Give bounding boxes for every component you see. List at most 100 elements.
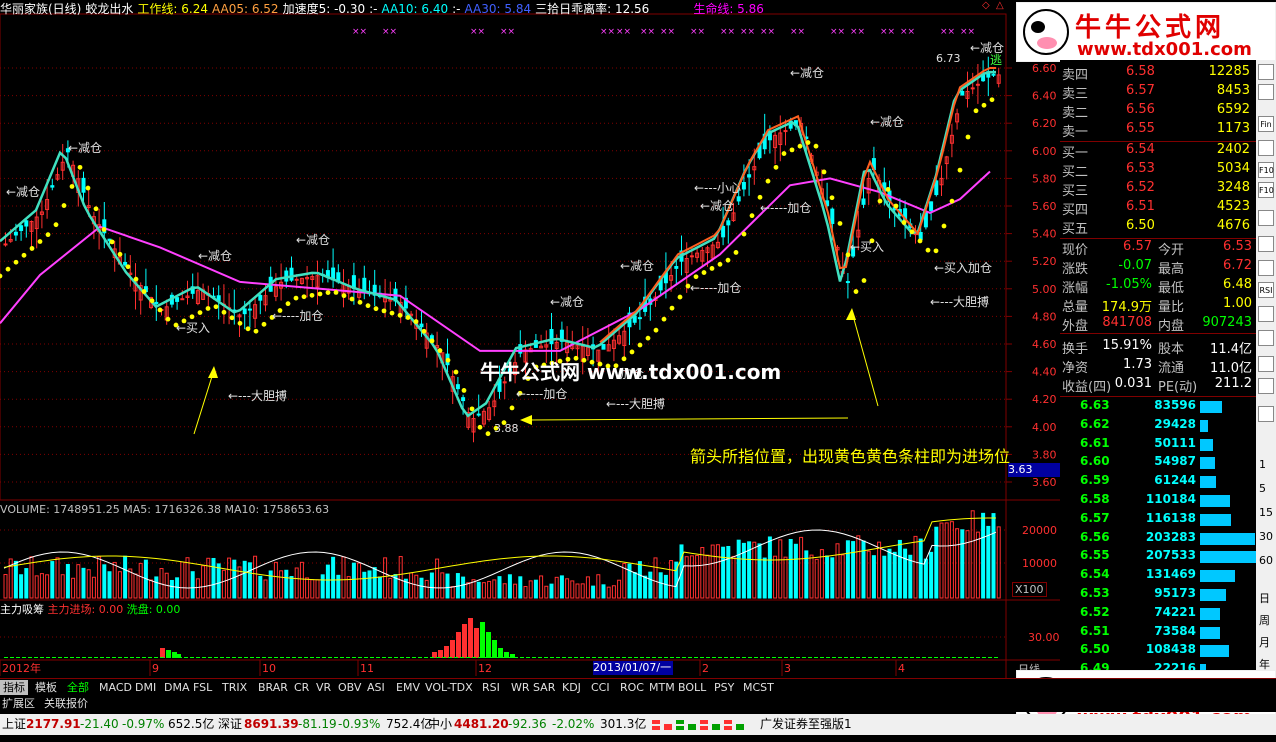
fin-icon[interactable]: Fin <box>1258 116 1274 132</box>
stat-label: 现价 <box>1062 243 1089 258</box>
zx-label[interactable]: 中小 <box>428 714 452 735</box>
depth-row[interactable]: 6.50 108438 <box>1060 642 1256 661</box>
diamond-icon[interactable]: ◇ <box>982 0 990 11</box>
rsi-icon[interactable]: RSI <box>1258 282 1274 298</box>
ask-row[interactable]: 卖二 6.56 6592 <box>1060 102 1256 121</box>
depth-row[interactable]: 6.54 131469 <box>1060 567 1256 586</box>
ruler-icon[interactable] <box>1258 330 1274 346</box>
line-icon[interactable] <box>1258 260 1274 276</box>
tab-boll[interactable]: BOLL <box>675 680 709 695</box>
depth-row[interactable]: 6.51 73584 <box>1060 624 1256 643</box>
tab-fsl[interactable]: FSL <box>190 680 215 695</box>
sz-label[interactable]: 深证 <box>218 714 242 735</box>
tab-dma[interactable]: DMA <box>161 680 193 695</box>
kline-chart-svg[interactable]: 6.60 6.40 6.20 6.00 5.80 5.60 5.40 5.20 5.00 4.80… <box>0 0 1060 678</box>
tab-psy[interactable]: PSY <box>711 680 737 695</box>
period-5-button[interactable]: 5 <box>1259 482 1266 495</box>
tab-mcst[interactable]: MCST <box>740 680 777 695</box>
period-60-button[interactable]: 60 <box>1259 554 1273 567</box>
bid-row[interactable]: 买三 6.52 3248 <box>1060 180 1256 199</box>
tab-wr[interactable]: WR <box>508 680 533 695</box>
depth-row[interactable]: 6.58 110184 <box>1060 492 1256 511</box>
tab-asi[interactable]: ASI <box>364 680 388 695</box>
grid-icon[interactable] <box>1258 236 1274 252</box>
zoom-icon[interactable] <box>1258 356 1274 372</box>
tab-extension[interactable]: 扩展区 <box>2 696 35 711</box>
tab-rsi[interactable]: RSI <box>479 680 503 695</box>
tab-模板[interactable]: 模板 <box>32 680 60 695</box>
sh-label[interactable]: 上证 <box>2 714 26 735</box>
chart-icon[interactable] <box>1258 140 1274 156</box>
stat-row[interactable]: 涨跌 -0.07 最高 6.72 <box>1060 258 1256 277</box>
tab-brar[interactable]: BRAR <box>255 680 291 695</box>
depth-row[interactable]: 6.61 50111 <box>1060 436 1256 455</box>
stat-row[interactable]: 现价 6.57 今开 6.53 <box>1060 239 1256 258</box>
tab-指标[interactable]: 指标 <box>0 680 28 695</box>
f10-icon[interactable]: F10 <box>1258 162 1274 178</box>
tab-vol-tdx[interactable]: VOL-TDX <box>422 680 476 695</box>
tab-cci[interactable]: CCI <box>588 680 613 695</box>
tab-emv[interactable]: EMV <box>393 680 423 695</box>
depth-row[interactable]: 6.57 116138 <box>1060 511 1256 530</box>
volume-bar <box>117 571 122 599</box>
stat-row[interactable]: 换手 15.91% 股本 11.4亿 <box>1060 338 1256 357</box>
tab-vr[interactable]: VR <box>313 680 334 695</box>
tab-kdj[interactable]: KDJ <box>559 680 584 695</box>
list-icon[interactable] <box>1258 210 1274 226</box>
toolbar-grid-icon[interactable] <box>1258 64 1274 80</box>
pen-icon[interactable] <box>1258 306 1274 322</box>
bid-label: 买四 <box>1062 203 1089 218</box>
period-word-button[interactable]: 日 <box>1259 590 1270 606</box>
ask-price: 6.56 <box>1126 102 1155 117</box>
tab-obv[interactable]: OBV <box>335 680 364 695</box>
expand-up-icon[interactable]: △ <box>996 0 1004 11</box>
indicator-bar <box>166 650 171 658</box>
tab-sar[interactable]: SAR <box>530 680 558 695</box>
period-15-button[interactable]: 15 <box>1259 506 1273 519</box>
depth-row[interactable]: 6.60 54987 <box>1060 454 1256 473</box>
ask-row[interactable]: 卖四 6.58 12285 <box>1060 64 1256 83</box>
bid-row[interactable]: 买五 6.50 4676 <box>1060 218 1256 237</box>
depth-row[interactable]: 6.52 74221 <box>1060 605 1256 624</box>
tab-trix[interactable]: TRIX <box>219 680 250 695</box>
tab-dmi[interactable]: DMI <box>132 680 159 695</box>
aa10-dot <box>989 97 995 103</box>
bid-row[interactable]: 买二 6.53 5034 <box>1060 161 1256 180</box>
stat-row[interactable]: 净资 1.73 流通 11.0亿 <box>1060 357 1256 376</box>
indicator-baseline <box>886 657 890 658</box>
volume-bar <box>502 583 507 599</box>
indicator-baseline <box>670 657 674 658</box>
tab-roc[interactable]: ROC <box>617 680 647 695</box>
toolbar-grid-icon[interactable] <box>1258 84 1274 100</box>
depth-row[interactable]: 6.56 203283 <box>1060 530 1256 549</box>
period-word-button[interactable]: 周 <box>1259 612 1270 628</box>
ask-row[interactable]: 卖一 6.55 1173 <box>1060 121 1256 140</box>
draw-icon[interactable] <box>1258 378 1274 394</box>
period-30-button[interactable]: 30 <box>1259 530 1273 543</box>
stat-row[interactable]: 收益(四) 0.031 PE(动) 211.2 <box>1060 376 1256 395</box>
depth-row[interactable]: 6.53 95173 <box>1060 586 1256 605</box>
stat-row[interactable]: 涨幅 -1.05% 最低 6.48 <box>1060 277 1256 296</box>
indicator-baseline <box>100 657 104 658</box>
period-word-button[interactable]: 月 <box>1259 634 1270 650</box>
depth-row[interactable]: 6.55 207533 <box>1060 548 1256 567</box>
bid-row[interactable]: 买四 6.51 4523 <box>1060 199 1256 218</box>
depth-row[interactable]: 6.63 83596 <box>1060 398 1256 417</box>
bid-row[interactable]: 买一 6.54 2402 <box>1060 142 1256 161</box>
tab-全部[interactable]: 全部 <box>64 680 92 695</box>
stat-row[interactable]: 外盘 841708 内盘 907243 <box>1060 315 1256 334</box>
period-1-button[interactable]: 1 <box>1259 458 1266 471</box>
fx-icon[interactable] <box>1258 406 1274 422</box>
kline-chart-area[interactable]: 6.60 6.40 6.20 6.00 5.80 5.60 5.40 5.20 5.00 4.80… <box>0 0 1060 678</box>
f10-alt-icon[interactable]: F10 <box>1258 182 1274 198</box>
stat-row[interactable]: 总量 174.9万 量比 1.00 <box>1060 296 1256 315</box>
volume-bar <box>949 521 954 599</box>
depth-row[interactable]: 6.62 29428 <box>1060 417 1256 436</box>
indicator-baseline <box>238 657 242 658</box>
tab-related-quotes[interactable]: 关联报价 <box>44 696 88 711</box>
tab-mtm[interactable]: MTM <box>646 680 678 695</box>
tab-macd[interactable]: MACD <box>96 680 135 695</box>
ask-row[interactable]: 卖三 6.57 8453 <box>1060 83 1256 102</box>
depth-row[interactable]: 6.59 61244 <box>1060 473 1256 492</box>
tab-cr[interactable]: CR <box>291 680 312 695</box>
